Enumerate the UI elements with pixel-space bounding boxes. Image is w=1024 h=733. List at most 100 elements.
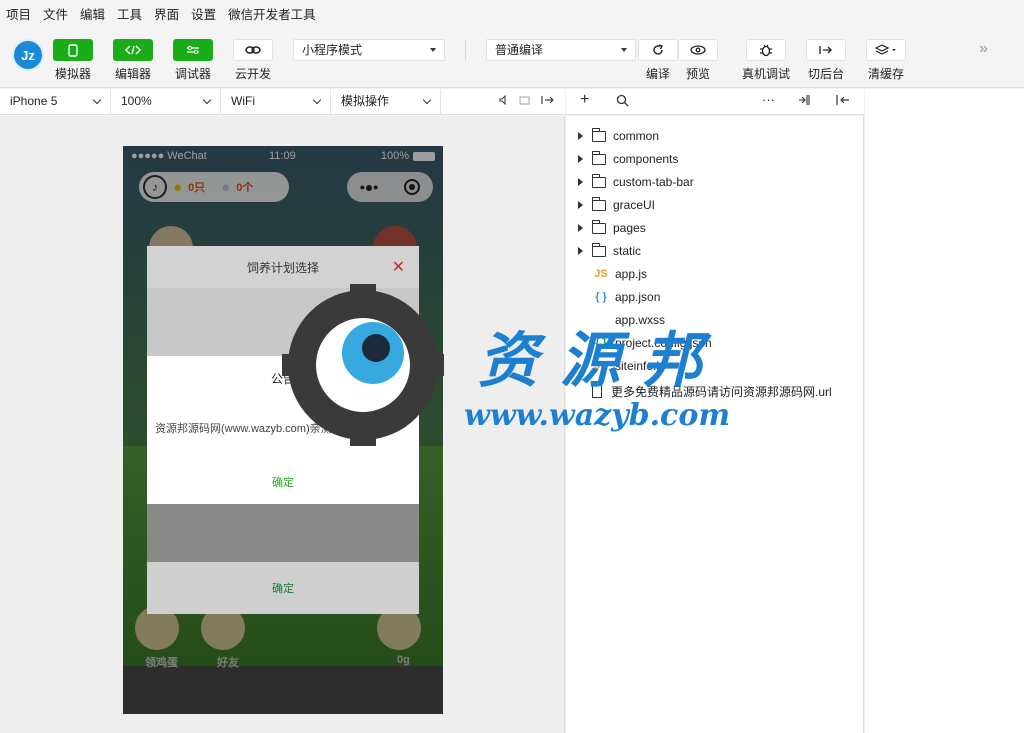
- compile-label: 编译: [645, 67, 670, 81]
- background-label: 切后台: [807, 67, 844, 81]
- plan-dialog-body: [147, 288, 419, 356]
- chevron-down-icon: [202, 95, 212, 105]
- compile-mode-select[interactable]: 普通编译: [486, 39, 636, 61]
- file-row[interactable]: app.wxss: [566, 309, 665, 331]
- toolbar-divider: [465, 40, 466, 60]
- remote-debug-button[interactable]: 真机调试: [742, 39, 790, 82]
- json-file-icon: { }: [595, 337, 607, 349]
- notice-confirm-button[interactable]: 确定: [147, 474, 419, 490]
- search-icon[interactable]: [616, 94, 629, 110]
- debugger-label: 调试器: [174, 67, 211, 81]
- switch-background-icon: [806, 39, 846, 61]
- notice-dialog: 公告 资源邦源码网(www.wazyb.com)亲测 确定: [147, 356, 419, 504]
- menu-wechat-devtools[interactable]: 微信开发者工具: [228, 4, 316, 23]
- right-panel: [865, 89, 1024, 733]
- operation-select[interactable]: 模拟操作: [331, 89, 441, 115]
- plan-confirm-button[interactable]: 确定: [147, 562, 419, 614]
- collapse-all-icon[interactable]: [798, 94, 811, 109]
- mode-select[interactable]: 小程序模式: [293, 39, 445, 61]
- caret-right-icon: [578, 201, 583, 209]
- cloud-button[interactable]: 云开发: [233, 39, 273, 82]
- close-icon[interactable]: ✕: [392, 257, 405, 277]
- menu-file[interactable]: 文件: [43, 4, 68, 23]
- file-row[interactable]: { } project.config.json: [566, 332, 712, 354]
- clear-cache-button[interactable]: 清缓存: [866, 39, 906, 82]
- folder-row[interactable]: pages: [566, 217, 646, 239]
- chevron-down-icon: [312, 95, 322, 105]
- caret-down-icon: [430, 48, 436, 52]
- clear-cache-label: 清缓存: [867, 67, 904, 81]
- plan-dialog-header: 饲养计划选择 ✕: [147, 246, 419, 288]
- notice-body: 资源邦源码网(www.wazyb.com)亲测: [155, 423, 332, 435]
- screen-rotate-icon[interactable]: [519, 95, 531, 108]
- eye-icon: [678, 39, 718, 61]
- zoom-select[interactable]: 100%: [111, 89, 221, 115]
- detach-window-icon[interactable]: [541, 95, 555, 108]
- more-icon[interactable]: »: [979, 40, 988, 58]
- caret-right-icon: [578, 132, 583, 140]
- file-name: project.config.json: [615, 336, 712, 350]
- chevron-down-icon: [422, 95, 432, 105]
- background-button[interactable]: 切后台: [806, 39, 846, 82]
- plan-dialog-lower: [147, 504, 419, 562]
- debugger-button[interactable]: 调试器: [173, 39, 213, 82]
- volume-icon[interactable]: [499, 94, 509, 108]
- editor-button[interactable]: 编辑器: [113, 39, 153, 82]
- file-explorer: common components custom-tab-bar graceUI…: [566, 116, 864, 733]
- notice-title: 公告: [270, 372, 295, 386]
- folder-name: static: [613, 244, 642, 258]
- simulator-label: 模拟器: [54, 67, 91, 81]
- folder-row[interactable]: common: [566, 125, 659, 147]
- folder-row[interactable]: graceUI: [566, 194, 655, 216]
- folder-icon: [592, 196, 606, 211]
- folder-icon: [592, 150, 606, 165]
- add-icon[interactable]: +: [580, 91, 589, 109]
- menu-settings[interactable]: 设置: [191, 4, 216, 23]
- more-horizontal-icon[interactable]: ···: [762, 92, 775, 107]
- folder-name: graceUI: [613, 198, 656, 212]
- menu-tools[interactable]: 工具: [117, 4, 142, 23]
- folder-row[interactable]: static: [566, 240, 641, 262]
- file-name: siteinfo.js: [615, 359, 666, 373]
- js-file-icon: JS: [594, 268, 608, 280]
- simulator-area: 领鸡蛋 好友 0g ●●●●● WeChat 11:09 100% ♪ ● 0只…: [0, 116, 565, 733]
- folder-row[interactable]: components: [566, 148, 678, 170]
- hide-panel-icon[interactable]: [836, 94, 850, 109]
- plan-dialog-title: 饲养计划选择: [246, 260, 319, 275]
- file-name: app.json: [615, 290, 661, 304]
- menu-edit[interactable]: 编辑: [80, 4, 105, 23]
- mode-select-value: 小程序模式: [302, 43, 363, 57]
- file-name: app.js: [615, 267, 648, 281]
- caret-right-icon: [578, 178, 583, 186]
- file-name: app.wxss: [615, 313, 666, 327]
- caret-right-icon: [578, 224, 583, 232]
- simulator-button[interactable]: 模拟器: [53, 39, 93, 82]
- folder-row[interactable]: custom-tab-bar: [566, 171, 694, 193]
- network-select[interactable]: WiFi: [221, 89, 331, 115]
- phone-screen[interactable]: 领鸡蛋 好友 0g ●●●●● WeChat 11:09 100% ♪ ● 0只…: [123, 146, 443, 714]
- editor-label: 编辑器: [114, 67, 151, 81]
- device-select[interactable]: iPhone 5: [0, 89, 111, 115]
- file-row[interactable]: { } app.json: [566, 286, 660, 308]
- menu-view[interactable]: 界面: [154, 4, 179, 23]
- file-row[interactable]: JS siteinfo.js: [566, 355, 665, 377]
- layers-icon: [866, 39, 906, 61]
- folder-icon: [592, 173, 606, 188]
- remote-debug-label: 真机调试: [742, 67, 791, 81]
- user-avatar[interactable]: Jz: [12, 39, 44, 71]
- file-row[interactable]: JS app.js: [566, 263, 647, 285]
- caret-right-icon: [578, 247, 583, 255]
- zoom-select-value: 100%: [121, 94, 152, 108]
- file-row[interactable]: 更多免费精品源码请访问资源邦源码网.url: [566, 380, 832, 402]
- js-file-icon: JS: [594, 360, 608, 372]
- cloud-link-icon: [233, 39, 273, 61]
- menu-project[interactable]: 项目: [6, 4, 31, 23]
- caret-down-icon: [621, 48, 627, 52]
- refresh-icon: [638, 39, 678, 61]
- folder-icon: [592, 127, 606, 142]
- compile-mode-value: 普通编译: [495, 43, 544, 57]
- compile-button[interactable]: 编译: [638, 39, 678, 82]
- preview-button[interactable]: 预览: [678, 39, 718, 82]
- device-bar-icons: [499, 94, 555, 108]
- toolbar: Jz 模拟器 编辑器 调试器 云开发 小程序模式 普通编译 编译 预览 真机调试…: [0, 26, 1024, 88]
